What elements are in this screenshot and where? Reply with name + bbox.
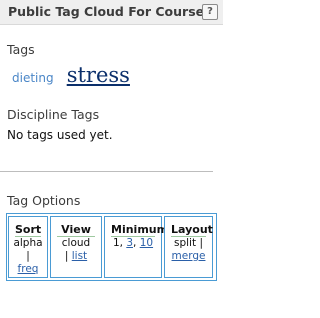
tags-heading: Tags bbox=[7, 42, 35, 57]
tag-stress[interactable]: stress bbox=[67, 63, 130, 87]
minimum-option-box: Minimum 1, 3, 10 bbox=[104, 216, 169, 278]
section-divider bbox=[0, 171, 213, 172]
sort-current: alpha bbox=[13, 237, 43, 249]
view-option-box: View cloud | list bbox=[50, 216, 102, 278]
view-label: View bbox=[57, 223, 95, 237]
layout-option-box: Layout split | merge bbox=[164, 216, 213, 278]
tag-dieting[interactable]: dieting bbox=[12, 71, 54, 85]
layout-merge-link[interactable]: merge bbox=[172, 250, 206, 262]
minimum-current: 1, bbox=[112, 237, 123, 249]
minimum-10-link[interactable]: 10 bbox=[140, 237, 153, 249]
minimum-label: Minimum bbox=[111, 223, 169, 237]
tag-options-heading: Tag Options bbox=[7, 193, 81, 208]
layout-label: Layout bbox=[171, 223, 213, 237]
tag-cloud: dieting stress bbox=[12, 63, 130, 87]
view-list-link[interactable]: list bbox=[72, 250, 87, 262]
portlet-header: Public Tag Cloud For Course ? bbox=[0, 0, 223, 25]
view-separator: | bbox=[64, 250, 69, 262]
minimum-comma: , bbox=[133, 237, 137, 249]
sort-separator: | bbox=[26, 250, 30, 262]
sort-label: Sort bbox=[15, 223, 42, 237]
sort-freq-link[interactable]: freq bbox=[18, 263, 39, 275]
layout-current: split bbox=[174, 237, 197, 249]
sort-option-box: Sort alpha | freq bbox=[8, 216, 48, 278]
view-current: cloud bbox=[61, 237, 91, 249]
tag-options-panel: Sort alpha | freq View cloud | list Mini… bbox=[6, 213, 217, 281]
no-tags-message: No tags used yet. bbox=[7, 128, 113, 142]
portlet-title: Public Tag Cloud For Course bbox=[8, 4, 205, 19]
help-icon[interactable]: ? bbox=[202, 4, 218, 20]
layout-separator: | bbox=[199, 237, 203, 249]
minimum-3-link[interactable]: 3 bbox=[126, 237, 133, 249]
discipline-tags-heading: Discipline Tags bbox=[7, 107, 100, 122]
